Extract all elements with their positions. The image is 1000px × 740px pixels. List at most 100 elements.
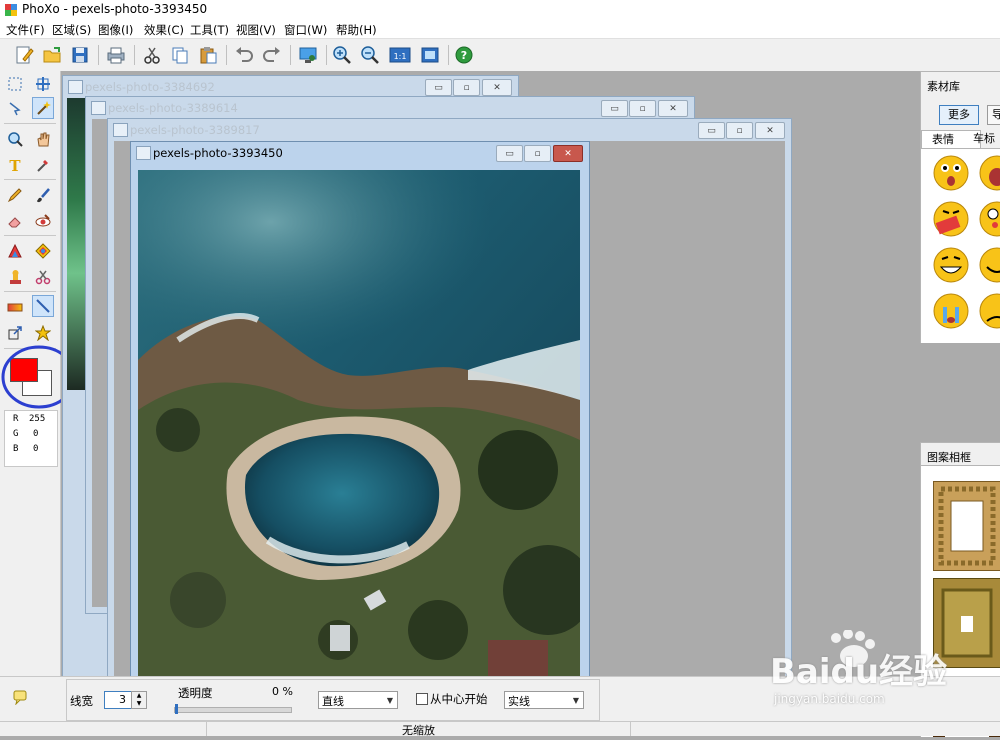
hand-icon[interactable] [32,128,54,150]
aerial-coast-photo[interactable] [138,170,580,677]
cut-icon[interactable] [140,43,164,67]
emoji-dizzy-icon[interactable] [977,199,1000,242]
text-icon[interactable]: T [4,154,26,176]
menu-bar: 文件(F) 区域(S) 图像(I) 效果(C) 工具(T) 视图(V) 窗口(W… [0,20,1000,38]
image-icon [91,101,106,115]
help-icon[interactable]: ? [452,43,476,67]
opacity-value: 0 % [272,685,293,698]
zoom-in-icon[interactable] [330,43,354,67]
stroke-style-value: 实线 [508,695,530,708]
close-button[interactable]: ✕ [482,79,512,96]
menu-file[interactable]: 文件(F) [6,22,45,38]
emoji-smile-icon[interactable] [977,245,1000,288]
watermark-url: jingyan.baidu.com [774,692,885,706]
shape-star-icon[interactable] [32,322,54,344]
scissors-icon[interactable] [32,266,54,288]
emoji-grin-icon[interactable] [931,245,971,288]
print-icon[interactable] [104,43,128,67]
eraser-icon[interactable] [4,210,26,232]
menu-region[interactable]: 区域(S) [52,22,91,38]
image-icon [136,146,151,160]
zoom-status: 无缩放 [402,724,435,737]
minimize-button[interactable]: ▭ [425,79,452,96]
paste-icon[interactable] [196,43,220,67]
baidu-watermark: Baidu经验 jingyan.baidu.com [770,630,1000,710]
menu-tools[interactable]: 工具(T) [190,22,229,38]
actual-size-icon[interactable]: 1:1 [388,43,412,67]
magic-wand-icon[interactable] [32,97,54,119]
emoji-crying-icon[interactable] [931,291,971,334]
line-icon[interactable] [32,295,54,317]
pencil-icon[interactable] [4,184,26,206]
main-toolbar: 1:1 ? [0,38,1000,72]
minimize-button[interactable]: ▭ [601,100,628,117]
line-width-input[interactable]: 3 [104,691,132,709]
rgb-b-label: B [13,444,19,454]
status-bar: 无缩放 [0,721,1000,737]
tab-car-logo[interactable]: 车标 [969,130,1000,147]
close-button[interactable]: ✕ [755,122,785,139]
rgb-g-value: 0 [33,429,39,439]
zoom-out-icon[interactable] [358,43,382,67]
close-button[interactable]: ✕ [658,100,688,117]
line-type-value: 直线 [322,695,344,708]
image-icon [68,80,83,94]
rgb-b-value: 0 [33,444,39,454]
frame-gold-ornate-icon[interactable] [932,480,1000,574]
open-icon[interactable] [40,43,64,67]
color-replace-icon[interactable] [32,240,54,262]
red-eye-icon[interactable] [32,210,54,232]
clone-icon[interactable] [4,240,26,262]
stamp-icon[interactable] [4,266,26,288]
zoom-icon[interactable] [4,128,26,150]
import-button[interactable]: 导 [987,105,1000,125]
new-icon[interactable] [12,43,36,67]
emoji-surprised-icon[interactable] [931,153,971,196]
lasso-icon[interactable] [4,98,26,120]
minimize-button[interactable]: ▭ [698,122,725,139]
emoji-shocked-icon[interactable] [977,153,1000,196]
brush-icon[interactable] [32,184,54,206]
canvas-preview [67,98,85,390]
from-center-checkbox[interactable] [416,693,428,705]
maximize-button[interactable]: ▫ [629,100,656,117]
menu-view[interactable]: 视图(V) [236,22,276,38]
gradient-icon[interactable] [4,296,26,318]
stroke-style-select[interactable]: 实线 ▼ [504,691,584,709]
move-icon[interactable] [32,73,54,95]
undo-icon[interactable] [232,43,256,67]
line-width-spinner[interactable]: ▲ ▼ [131,691,147,709]
emoji-writing-icon[interactable] [931,199,971,242]
window-title: pexels-photo-3389817 [130,123,260,137]
eyedropper-icon[interactable] [32,154,54,176]
close-button[interactable]: ✕ [553,145,583,162]
minimize-button[interactable]: ▭ [496,145,523,162]
transform-icon[interactable] [4,322,26,344]
opacity-slider[interactable] [174,704,292,714]
menu-image[interactable]: 图像(I) [98,22,133,38]
maximize-button[interactable]: ▫ [524,145,551,162]
fit-window-icon[interactable] [418,43,442,67]
maximize-button[interactable]: ▫ [453,79,480,96]
emoji-frown-icon[interactable] [977,291,1000,334]
opacity-slider-thumb[interactable] [175,704,178,714]
more-button[interactable]: 更多 [939,105,979,125]
rect-select-icon[interactable] [4,73,26,95]
copy-icon[interactable] [168,43,192,67]
menu-effects[interactable]: 效果(C) [144,22,184,38]
tip-icon[interactable] [12,689,28,708]
emoji-grid [921,148,1000,343]
rgb-r-value: 255 [29,414,46,424]
menu-window[interactable]: 窗口(W) [284,22,327,38]
redo-icon[interactable] [260,43,284,67]
menu-help[interactable]: 帮助(H) [336,22,377,38]
save-icon[interactable] [68,43,92,67]
maximize-button[interactable]: ▫ [726,122,753,139]
panel-title: 素材库 [927,80,960,93]
line-type-select[interactable]: 直线 ▼ [318,691,398,709]
window-title: pexels-photo-3393450 [153,146,283,160]
from-center-label: 从中心开始 [430,692,488,706]
document-window-3393450[interactable]: pexels-photo-3393450 ▭ ▫ ✕ [130,141,590,678]
screen-capture-icon[interactable] [296,43,320,67]
window-title: PhoXo - pexels-photo-3393450 [22,2,208,16]
